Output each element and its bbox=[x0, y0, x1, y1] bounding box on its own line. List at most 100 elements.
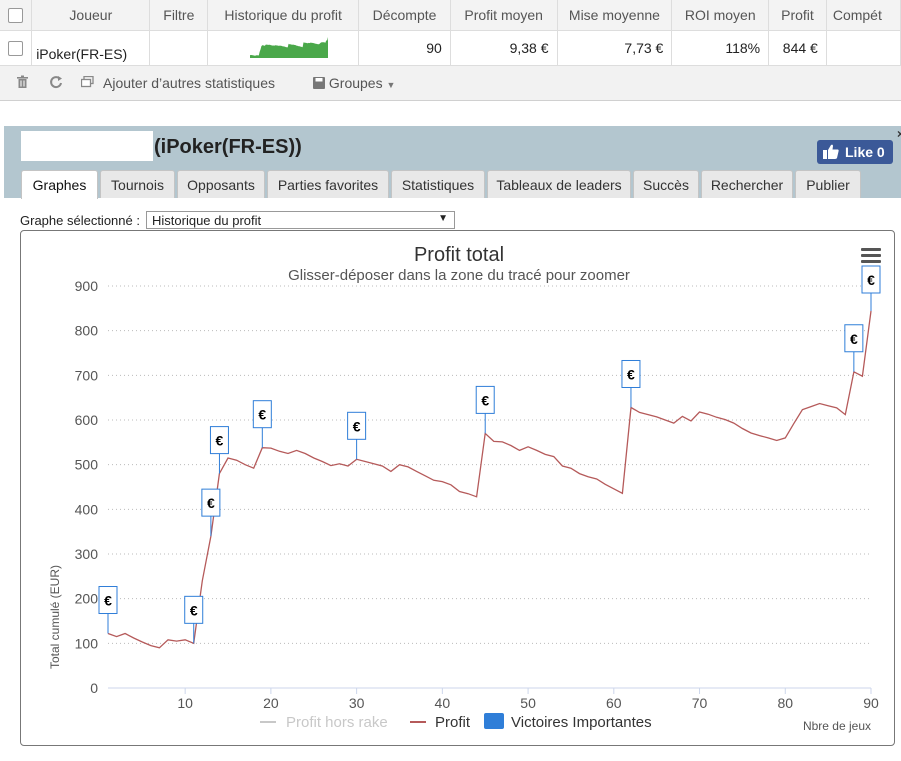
x-tick-label: 80 bbox=[777, 695, 793, 711]
col-header[interactable]: Historique du profit bbox=[207, 0, 360, 31]
y-tick-label: 0 bbox=[90, 680, 98, 696]
player-name: (iPoker(FR-ES)) bbox=[154, 136, 302, 158]
row-checkbox[interactable] bbox=[8, 41, 24, 57]
big-win-flag[interactable]: € bbox=[209, 426, 229, 474]
big-win-flag[interactable]: € bbox=[184, 595, 204, 644]
big-win-flag[interactable]: € bbox=[347, 411, 367, 460]
y-tick-label: 300 bbox=[75, 546, 99, 562]
col-header[interactable]: Décompte bbox=[358, 0, 451, 31]
chart-menu-icon[interactable] bbox=[861, 248, 881, 263]
tab-opposants[interactable]: Opposants bbox=[177, 170, 265, 198]
profit-history-cell bbox=[207, 30, 360, 66]
legend-item-profit[interactable]: Profit bbox=[410, 714, 471, 731]
graph-select-label: Graphe sélectionné : bbox=[20, 213, 140, 228]
filter-cell bbox=[149, 30, 209, 66]
big-win-flag[interactable]: € bbox=[844, 324, 864, 372]
flag-label: € bbox=[190, 602, 198, 618]
groups-button[interactable]: Groupes ▼ bbox=[313, 75, 395, 91]
refresh-icon[interactable] bbox=[49, 75, 63, 92]
row-checkbox-cell[interactable] bbox=[0, 30, 33, 66]
flag-label: € bbox=[850, 331, 858, 347]
x-tick-label: 30 bbox=[349, 695, 365, 711]
big-win-flag[interactable]: € bbox=[475, 385, 495, 434]
y-tick-label: 500 bbox=[75, 457, 99, 473]
tab-tableaux-de-leaders[interactable]: Tableaux de leaders bbox=[487, 170, 631, 198]
col-header[interactable]: Profit bbox=[768, 0, 827, 31]
stats-panel: Joueur Filtre Historique du profit Décom… bbox=[0, 0, 901, 101]
y-tick-label: 200 bbox=[75, 591, 99, 607]
thumbs-up-icon bbox=[823, 144, 839, 159]
big-win-flag[interactable]: € bbox=[98, 586, 118, 634]
graph-select-value: Historique du profit bbox=[152, 213, 262, 228]
player-name-hidden bbox=[21, 131, 153, 161]
flag-label: € bbox=[207, 495, 215, 511]
add-stats-icon[interactable] bbox=[80, 75, 94, 91]
player-cell[interactable]: iPoker(FR-ES) bbox=[31, 30, 151, 66]
col-header[interactable]: ROI moyen bbox=[671, 0, 770, 31]
like-label: Like 0 bbox=[845, 144, 885, 160]
table-row: iPoker(FR-ES) 90 9,38 € 7,73 € 118% 844 … bbox=[0, 30, 901, 66]
count-cell: 90 bbox=[358, 30, 451, 66]
col-header[interactable]: Filtre bbox=[149, 0, 209, 31]
big-win-flag[interactable]: € bbox=[252, 400, 272, 448]
col-header[interactable]: Profit moyen bbox=[450, 0, 558, 31]
chevron-down-icon: ▼ bbox=[386, 80, 396, 90]
big-win-flag[interactable]: € bbox=[621, 359, 641, 408]
x-tick-label: 50 bbox=[520, 695, 536, 711]
y-tick-label: 800 bbox=[75, 323, 99, 339]
legend-big-wins-swatch bbox=[484, 713, 504, 729]
tab-tournois[interactable]: Tournois bbox=[100, 170, 175, 198]
avg-profit-cell: 9,38 € bbox=[450, 30, 558, 66]
stats-table: Joueur Filtre Historique du profit Décom… bbox=[0, 0, 901, 66]
tab-graphes[interactable]: Graphes bbox=[21, 170, 98, 199]
y-tick-label: 700 bbox=[75, 367, 99, 383]
tab-rechercher[interactable]: Rechercher bbox=[701, 170, 793, 198]
close-icon[interactable]: × bbox=[897, 127, 901, 141]
tab-parties-favorites[interactable]: Parties favorites bbox=[267, 170, 389, 198]
stats-header-row: Joueur Filtre Historique du profit Décom… bbox=[0, 0, 901, 31]
tab-statistiques[interactable]: Statistiques bbox=[391, 170, 485, 198]
big-win-flag[interactable]: € bbox=[201, 488, 221, 537]
avg-stake-cell: 7,73 € bbox=[557, 30, 673, 66]
dropdown-arrow-icon: ▼ bbox=[438, 213, 448, 224]
chart-legend: Profit hors rake Profit Victoires Import… bbox=[260, 713, 652, 731]
col-header[interactable]: Compét bbox=[826, 0, 901, 31]
facebook-like-button[interactable]: Like 0 bbox=[817, 140, 893, 164]
player-panel: (iPoker(FR-ES)) Like 0 × Graphes Tournoi… bbox=[4, 126, 901, 199]
col-header[interactable]: Joueur bbox=[31, 0, 151, 31]
y-tick-label: 600 bbox=[75, 412, 99, 428]
chart-subtitle: Glisser-déposer dans la zone du tracé po… bbox=[288, 267, 630, 284]
x-tick-label: 20 bbox=[263, 695, 279, 711]
flag-label: € bbox=[353, 418, 361, 434]
profit-chart[interactable]: Profit total Glisser-déposer dans la zon… bbox=[21, 231, 894, 745]
profit-series-line bbox=[107, 310, 872, 649]
groups-label: Groupes bbox=[328, 75, 383, 91]
x-axis-label: Nbre de jeux bbox=[803, 719, 871, 733]
save-icon bbox=[313, 77, 325, 89]
select-all-checkbox[interactable] bbox=[8, 8, 24, 24]
legend-item-big-wins[interactable]: Victoires Importantes bbox=[484, 713, 652, 731]
x-tick-label: 10 bbox=[177, 695, 193, 711]
select-all-cell[interactable] bbox=[0, 0, 33, 31]
sparkline-area bbox=[250, 37, 329, 58]
x-tick-label: 60 bbox=[606, 695, 622, 711]
graph-select[interactable]: Historique du profit ▼ bbox=[146, 211, 455, 229]
tab-succes[interactable]: Succès bbox=[633, 170, 699, 198]
y-tick-label: 100 bbox=[75, 635, 99, 651]
chart-container: Profit total Glisser-déposer dans la zon… bbox=[20, 230, 895, 746]
legend-profit-label: Profit bbox=[435, 714, 471, 731]
tab-publier[interactable]: Publier bbox=[795, 170, 861, 198]
chart-title: Profit total bbox=[414, 244, 504, 266]
x-tick-label: 40 bbox=[435, 695, 451, 711]
legend-item-rake[interactable]: Profit hors rake bbox=[260, 714, 388, 731]
trash-icon[interactable] bbox=[16, 75, 29, 92]
add-stats-button[interactable]: Ajouter d’autres statistiques bbox=[103, 75, 275, 91]
y-tick-label: 900 bbox=[75, 278, 99, 294]
y-tick-label: 400 bbox=[75, 501, 99, 517]
flag-label: € bbox=[104, 593, 112, 609]
x-tick-label: 70 bbox=[692, 695, 708, 711]
col-header[interactable]: Mise moyenne bbox=[557, 0, 673, 31]
big-win-flag[interactable]: € bbox=[861, 265, 881, 312]
y-axis-label: Total cumulé (EUR) bbox=[48, 565, 62, 669]
avg-roi-cell: 118% bbox=[671, 30, 770, 66]
